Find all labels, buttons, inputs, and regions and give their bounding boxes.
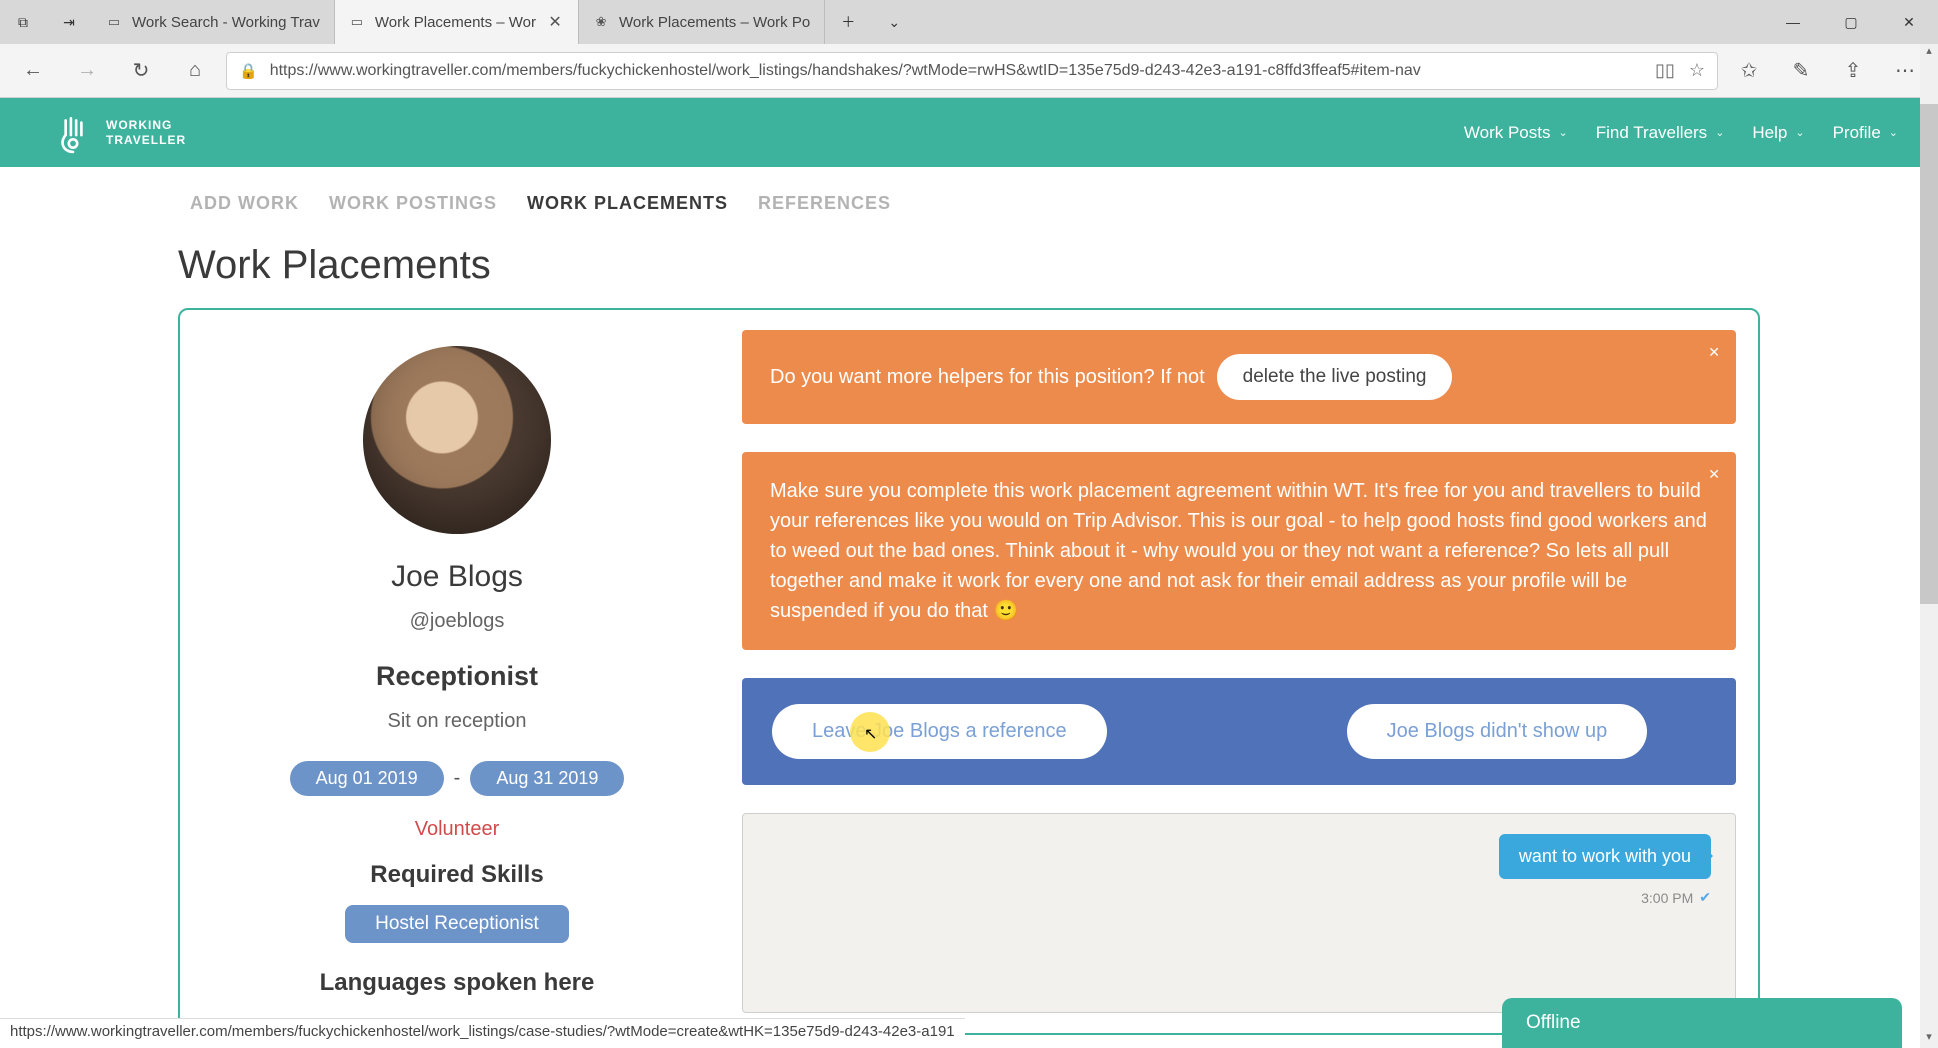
browser-tab-1[interactable]: ▭ Work Placements – Wor ✕ [335,0,579,44]
alert-text: Make sure you complete this work placeme… [770,480,1707,622]
read-check-icon: ✔ [1699,889,1711,906]
browser-tab-2[interactable]: ❀ Work Placements – Work Po [579,0,825,44]
placement-type: Volunteer [415,818,500,841]
chat-meta: 3:00 PM ✔ [1641,889,1711,906]
site-logo[interactable]: WORKING TRAVELLER [50,110,186,156]
window-maximize-icon[interactable]: ▢ [1822,0,1880,44]
tab-close-icon[interactable]: ✕ [546,12,564,32]
browser-toolbar: ← → ↻ ⌂ 🔒 ▯▯ ☆ ✩ ✎ ⇪ ⋯ [0,44,1938,98]
nav-find-travellers[interactable]: Find Travellers⌄ [1596,123,1725,143]
nav-work-posts[interactable]: Work Posts⌄ [1464,123,1568,143]
alert-close-icon[interactable]: ✕ [1708,342,1720,363]
reading-view-icon[interactable]: ▯▯ [1655,60,1675,81]
profile-name: Joe Blogs [391,560,523,594]
back-button[interactable]: ← [10,51,56,91]
browser-titlebar: ⧉ ⇥ ▭ Work Search - Working Trav ▭ Work … [0,0,1938,44]
no-show-button[interactable]: Joe Blogs didn't show up [1347,704,1648,759]
profile-panel: Joe Blogs @joeblogs Receptionist Sit on … [202,330,712,1013]
notes-icon[interactable]: ✎ [1778,51,1824,91]
tab-title: Work Placements – Work Po [619,14,810,31]
subtabs: ADD WORK WORK POSTINGS WORK PLACEMENTS R… [0,181,1938,225]
subtab-add-work[interactable]: ADD WORK [190,193,299,214]
scroll-thumb[interactable] [1920,104,1938,604]
chevron-down-icon: ⌄ [1558,126,1567,139]
page-title: Work Placements [178,243,1760,288]
tab-title: Work Placements – Wor [375,14,536,31]
alert-complete-agreement: ✕ Make sure you complete this work place… [742,452,1736,650]
leave-reference-button[interactable]: Leave Joe Blogs a reference ↖ [772,704,1107,759]
window-minimize-icon[interactable]: — [1764,0,1822,44]
chat-box: want to work with you 3:00 PM ✔ [742,813,1736,1013]
subtab-references[interactable]: REFERENCES [758,193,891,214]
tab-favicon-icon: ▭ [349,14,365,30]
languages-heading: Languages spoken here [320,969,595,997]
nav-profile[interactable]: Profile⌄ [1833,123,1898,143]
alert-more-helpers: ✕ Do you want more helpers for this posi… [742,330,1736,424]
status-bar: https://www.workingtraveller.com/members… [0,1018,965,1048]
profile-description: Sit on reception [388,710,527,733]
profile-role: Receptionist [376,661,538,692]
browser-tab-0[interactable]: ▭ Work Search - Working Trav [92,0,335,44]
logo-text: WORKING TRAVELLER [106,118,186,147]
alert-text: Do you want more helpers for this positi… [770,362,1205,392]
site-header: WORKING TRAVELLER Work Posts⌄ Find Trave… [0,98,1938,167]
scrollbar[interactable]: ▴ ▾ [1920,44,1938,1048]
lock-icon: 🔒 [239,62,258,80]
url-input[interactable] [270,62,1643,80]
home-button[interactable]: ⌂ [172,51,218,91]
delete-posting-button[interactable]: delete the live posting [1217,354,1453,400]
chevron-down-icon: ⌄ [1889,126,1898,139]
date-range: Aug 01 2019 - Aug 31 2019 [290,761,625,796]
tab-actions-1-icon[interactable]: ⧉ [0,0,46,44]
new-tab-button[interactable]: ＋ [825,0,871,44]
tab-title: Work Search - Working Trav [132,14,320,31]
tab-actions-2-icon[interactable]: ⇥ [46,0,92,44]
share-icon[interactable]: ⇪ [1830,51,1876,91]
address-bar[interactable]: 🔒 ▯▯ ☆ [226,52,1718,90]
action-bar: Leave Joe Blogs a reference ↖ Joe Blogs … [742,678,1736,785]
offline-label: Offline [1526,1012,1581,1034]
subtab-work-placements[interactable]: WORK PLACEMENTS [527,193,728,214]
tab-favicon-icon: ▭ [106,14,122,30]
profile-handle[interactable]: @joeblogs [410,610,505,633]
scroll-down-icon[interactable]: ▾ [1920,1030,1938,1048]
chat-time: 3:00 PM [1641,890,1693,906]
date-end-pill[interactable]: Aug 31 2019 [470,761,624,796]
window-close-icon[interactable]: ✕ [1880,0,1938,44]
skill-pill[interactable]: Hostel Receptionist [345,905,569,943]
avatar[interactable] [363,346,551,534]
site-nav: Work Posts⌄ Find Travellers⌄ Help⌄ Profi… [1464,123,1898,143]
date-start-pill[interactable]: Aug 01 2019 [290,761,444,796]
forward-button: → [64,51,110,91]
date-dash: - [454,767,461,790]
nav-help[interactable]: Help⌄ [1752,123,1804,143]
page-content: Work Placements Joe Blogs @joeblogs Rece… [0,243,1938,1035]
favorites-icon[interactable]: ✩ [1726,51,1772,91]
tab-dropdown-icon[interactable]: ⌄ [871,0,917,44]
alert-close-icon[interactable]: ✕ [1708,464,1720,485]
favorite-star-icon[interactable]: ☆ [1689,60,1705,81]
logo-mark-icon [50,110,96,156]
placement-card: Joe Blogs @joeblogs Receptionist Sit on … [178,308,1760,1035]
leave-reference-label: Leave Joe Blogs a reference [812,720,1067,742]
right-column: ✕ Do you want more helpers for this posi… [742,330,1736,1013]
subtab-work-postings[interactable]: WORK POSTINGS [329,193,497,214]
chat-bubble: want to work with you [1499,834,1711,879]
chevron-down-icon: ⌄ [1715,126,1724,139]
refresh-button[interactable]: ↻ [118,51,164,91]
tab-favicon-icon: ❀ [593,14,609,30]
scroll-up-icon[interactable]: ▴ [1920,44,1938,62]
skills-heading: Required Skills [370,861,543,889]
chat-widget-offline[interactable]: Offline [1502,998,1902,1048]
chevron-down-icon: ⌄ [1795,126,1804,139]
